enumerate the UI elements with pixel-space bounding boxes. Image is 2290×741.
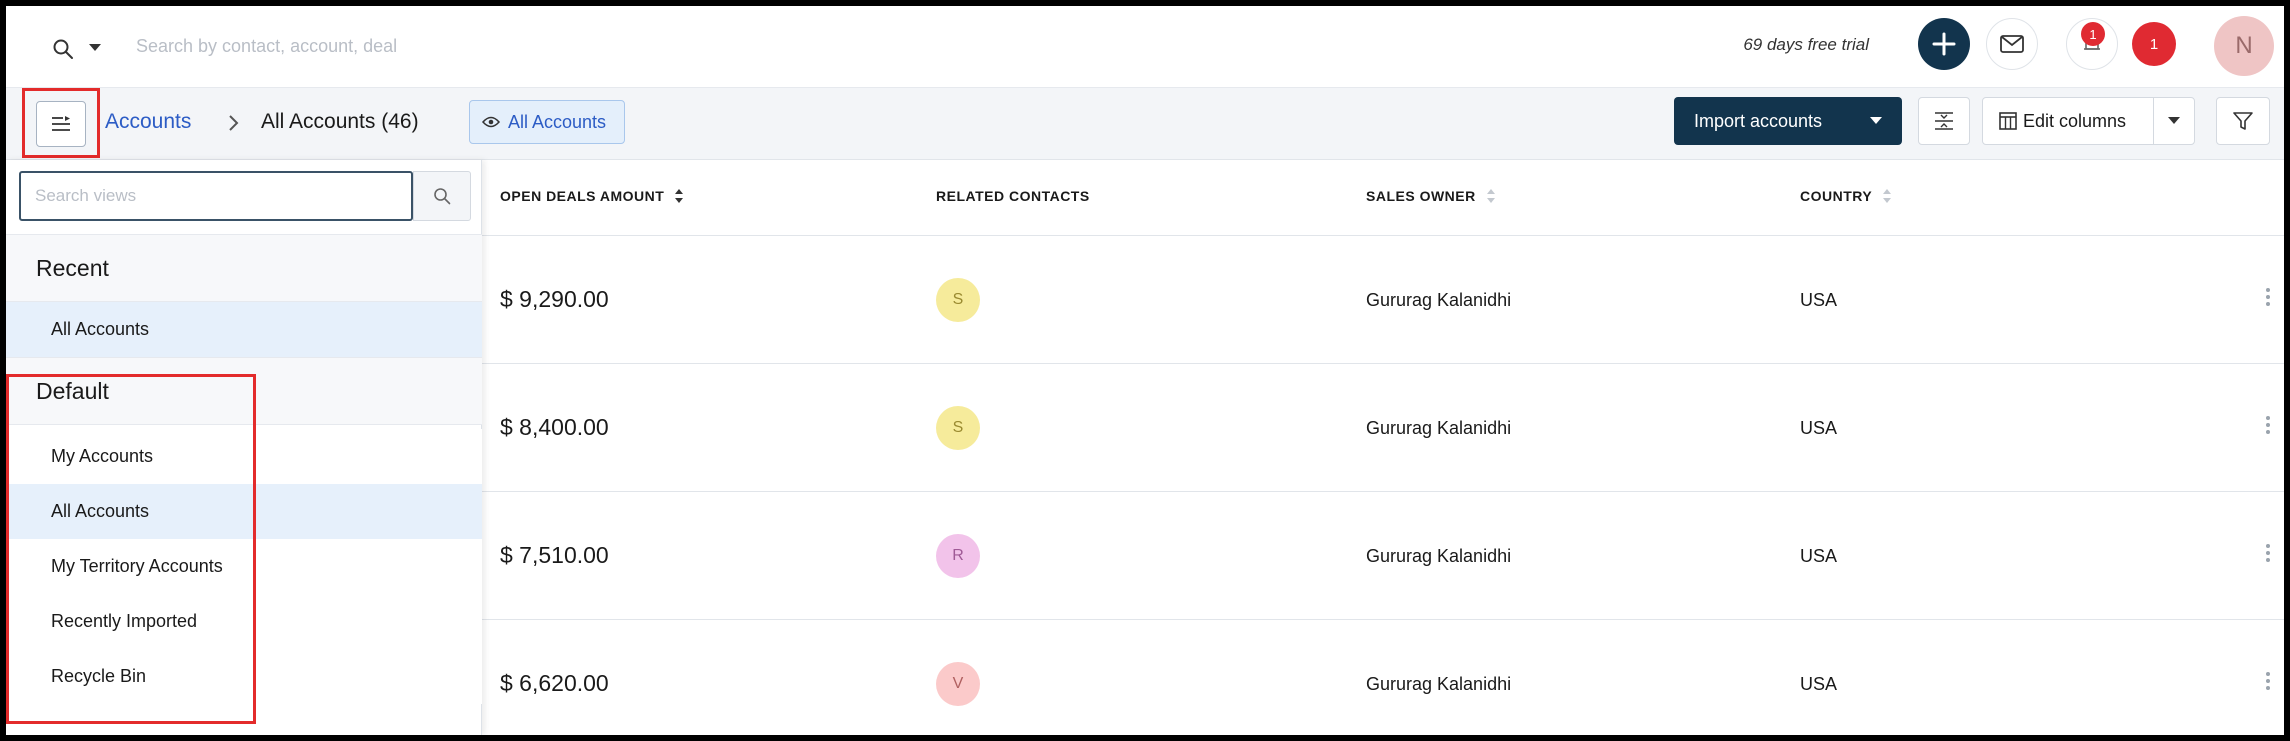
mail-icon bbox=[2000, 35, 2024, 53]
country: USA bbox=[1800, 418, 1838, 438]
related-contact-avatar[interactable]: V bbox=[936, 662, 980, 706]
country: USA bbox=[1800, 546, 1838, 566]
top-bar: 69 days free trial 1 1 N bbox=[6, 6, 2284, 88]
table-header: OPEN DEALS AMOUNT RELATED CONTACTS SALES… bbox=[482, 160, 2284, 236]
column-header-label: SALES OWNER bbox=[1366, 188, 1476, 204]
eye-icon bbox=[482, 116, 500, 128]
table-row[interactable]: $ 9,290.00 S Gururag Kalanidhi USA bbox=[482, 236, 2284, 364]
related-contact-avatar[interactable]: R bbox=[936, 534, 980, 578]
row-actions-icon[interactable] bbox=[2262, 414, 2274, 442]
related-contact-avatar[interactable]: S bbox=[936, 406, 980, 450]
view-recently-imported[interactable]: Recently Imported bbox=[6, 594, 482, 649]
row-actions-icon[interactable] bbox=[2262, 670, 2274, 698]
sales-owner: Gururag Kalanidhi bbox=[1366, 674, 1512, 694]
view-chip-label: All Accounts bbox=[508, 111, 607, 132]
views-panel: Recent All Accounts Default My Accounts … bbox=[6, 160, 482, 735]
view-my-accounts[interactable]: My Accounts bbox=[6, 429, 482, 484]
column-header-label: COUNTRY bbox=[1800, 188, 1873, 204]
density-icon bbox=[1935, 112, 1953, 130]
row-actions-icon[interactable] bbox=[2262, 286, 2274, 314]
columns-icon bbox=[1999, 112, 2017, 130]
chevron-down-icon bbox=[2168, 117, 2180, 124]
global-search-input[interactable] bbox=[136, 26, 836, 66]
country: USA bbox=[1800, 290, 1838, 310]
column-header-label: OPEN DEALS AMOUNT bbox=[500, 188, 665, 204]
list-views-icon bbox=[52, 116, 70, 131]
open-deals-amount: $ 8,400.00 bbox=[500, 414, 609, 440]
sort-icon bbox=[1883, 189, 1892, 203]
recent-view-all-accounts[interactable]: All Accounts bbox=[6, 302, 482, 357]
bell-badge: 1 bbox=[2081, 22, 2105, 46]
related-contact-avatar[interactable]: S bbox=[936, 278, 980, 322]
open-deals-amount: $ 7,510.00 bbox=[500, 542, 609, 568]
view-visibility-chip[interactable]: All Accounts bbox=[469, 100, 625, 144]
views-search-input[interactable] bbox=[19, 171, 413, 221]
filter-button[interactable] bbox=[2216, 97, 2270, 145]
user-avatar[interactable]: N bbox=[2214, 16, 2274, 76]
open-deals-amount: $ 9,290.00 bbox=[500, 286, 609, 312]
breadcrumb-accounts-link[interactable]: Accounts bbox=[105, 110, 191, 134]
views-search-button[interactable] bbox=[413, 171, 471, 221]
views-panel-toggle[interactable] bbox=[36, 101, 86, 147]
search-scope-toggle[interactable] bbox=[52, 30, 112, 70]
default-views-heading: Default bbox=[6, 357, 482, 425]
breadcrumb-current-view: All Accounts (46) bbox=[261, 110, 419, 133]
sort-icon bbox=[1486, 189, 1495, 203]
table-row[interactable]: $ 6,620.00 V Gururag Kalanidhi USA bbox=[482, 620, 2284, 735]
trial-status: 69 days free trial bbox=[1743, 35, 1869, 54]
column-header-related-contacts: RELATED CONTACTS bbox=[936, 188, 1090, 204]
row-actions-icon[interactable] bbox=[2262, 542, 2274, 570]
sort-icon bbox=[675, 189, 684, 203]
column-header-open-deals-amount[interactable]: OPEN DEALS AMOUNT bbox=[500, 188, 684, 204]
mail-button[interactable] bbox=[1986, 18, 2038, 70]
column-header-label: RELATED CONTACTS bbox=[936, 188, 1090, 204]
table-row[interactable]: $ 7,510.00 R Gururag Kalanidhi USA bbox=[482, 492, 2284, 620]
chevron-right-icon bbox=[229, 115, 239, 131]
edit-columns-button[interactable]: Edit columns bbox=[1982, 97, 2154, 145]
table-row[interactable]: $ 8,400.00 S Gururag Kalanidhi USA bbox=[482, 364, 2284, 492]
view-all-accounts[interactable]: All Accounts bbox=[6, 484, 482, 539]
sales-owner: Gururag Kalanidhi bbox=[1366, 418, 1512, 438]
column-header-country[interactable]: COUNTRY bbox=[1800, 188, 1892, 204]
view-recycle-bin[interactable]: Recycle Bin bbox=[6, 649, 482, 704]
view-my-territory-accounts[interactable]: My Territory Accounts bbox=[6, 539, 482, 594]
app-frame: 69 days free trial 1 1 N bbox=[6, 6, 2284, 735]
notification-count-button[interactable]: 1 bbox=[2132, 22, 2176, 66]
filter-icon bbox=[2233, 112, 2253, 130]
add-button[interactable] bbox=[1918, 18, 1970, 70]
chevron-down-icon bbox=[1870, 117, 1882, 124]
column-header-sales-owner[interactable]: SALES OWNER bbox=[1366, 188, 1496, 204]
country: USA bbox=[1800, 674, 1838, 694]
plus-icon bbox=[1932, 32, 1956, 56]
recent-views-heading: Recent bbox=[6, 234, 482, 302]
edit-columns-dropdown[interactable] bbox=[2153, 97, 2195, 145]
search-icon bbox=[434, 188, 451, 205]
edit-columns-label: Edit columns bbox=[2023, 110, 2127, 131]
search-icon bbox=[53, 39, 73, 59]
import-accounts-label: Import accounts bbox=[1694, 110, 1823, 131]
import-accounts-button[interactable]: Import accounts bbox=[1674, 97, 1902, 145]
sales-owner: Gururag Kalanidhi bbox=[1366, 290, 1512, 310]
sales-owner: Gururag Kalanidhi bbox=[1366, 546, 1512, 566]
open-deals-amount: $ 6,620.00 bbox=[500, 670, 609, 696]
chevron-down-icon bbox=[89, 44, 101, 51]
row-density-button[interactable] bbox=[1918, 97, 1970, 145]
